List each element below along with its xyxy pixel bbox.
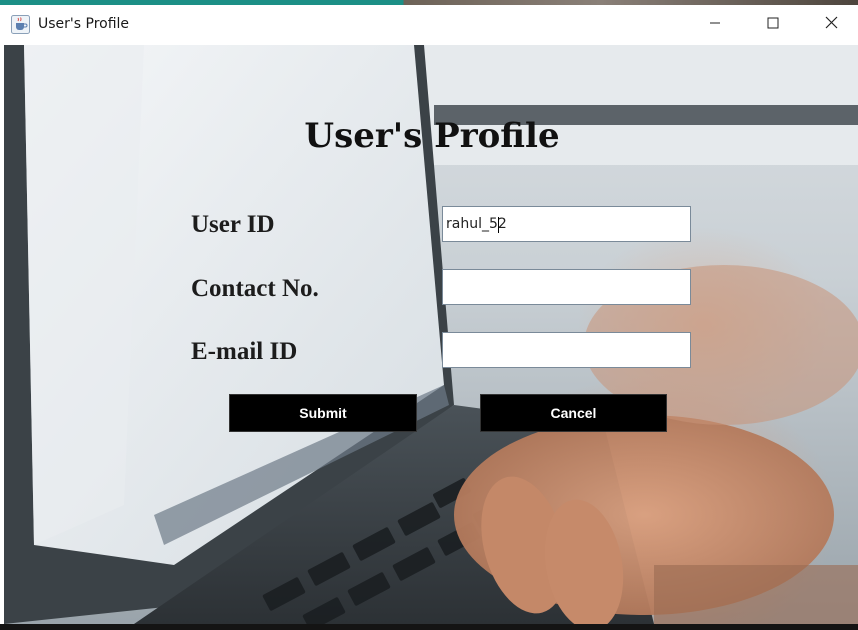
page-title: User's Profile	[304, 116, 560, 156]
cancel-button[interactable]: Cancel	[480, 394, 667, 432]
maximize-button[interactable]	[744, 5, 802, 45]
user-id-field[interactable]	[442, 206, 691, 242]
submit-button[interactable]: Submit	[229, 394, 417, 432]
close-button[interactable]	[802, 5, 858, 45]
user-id-label: User ID	[191, 211, 275, 238]
contact-no-label: Contact No.	[191, 275, 319, 302]
minimize-icon	[709, 16, 721, 34]
email-id-label: E-mail ID	[191, 338, 298, 365]
maximize-icon	[767, 16, 779, 34]
java-coffee-cup-icon	[11, 15, 30, 34]
email-id-field[interactable]	[442, 332, 691, 368]
window-bottom-border	[0, 624, 858, 630]
close-icon	[825, 16, 838, 34]
text-caret	[498, 217, 499, 233]
profile-window: User's Profile User's Profile User ID ra…	[0, 0, 858, 630]
minimize-button[interactable]	[686, 5, 744, 45]
contact-no-field[interactable]	[442, 269, 691, 305]
window-title: User's Profile	[38, 16, 130, 32]
title-bar[interactable]: User's Profile	[0, 5, 858, 45]
